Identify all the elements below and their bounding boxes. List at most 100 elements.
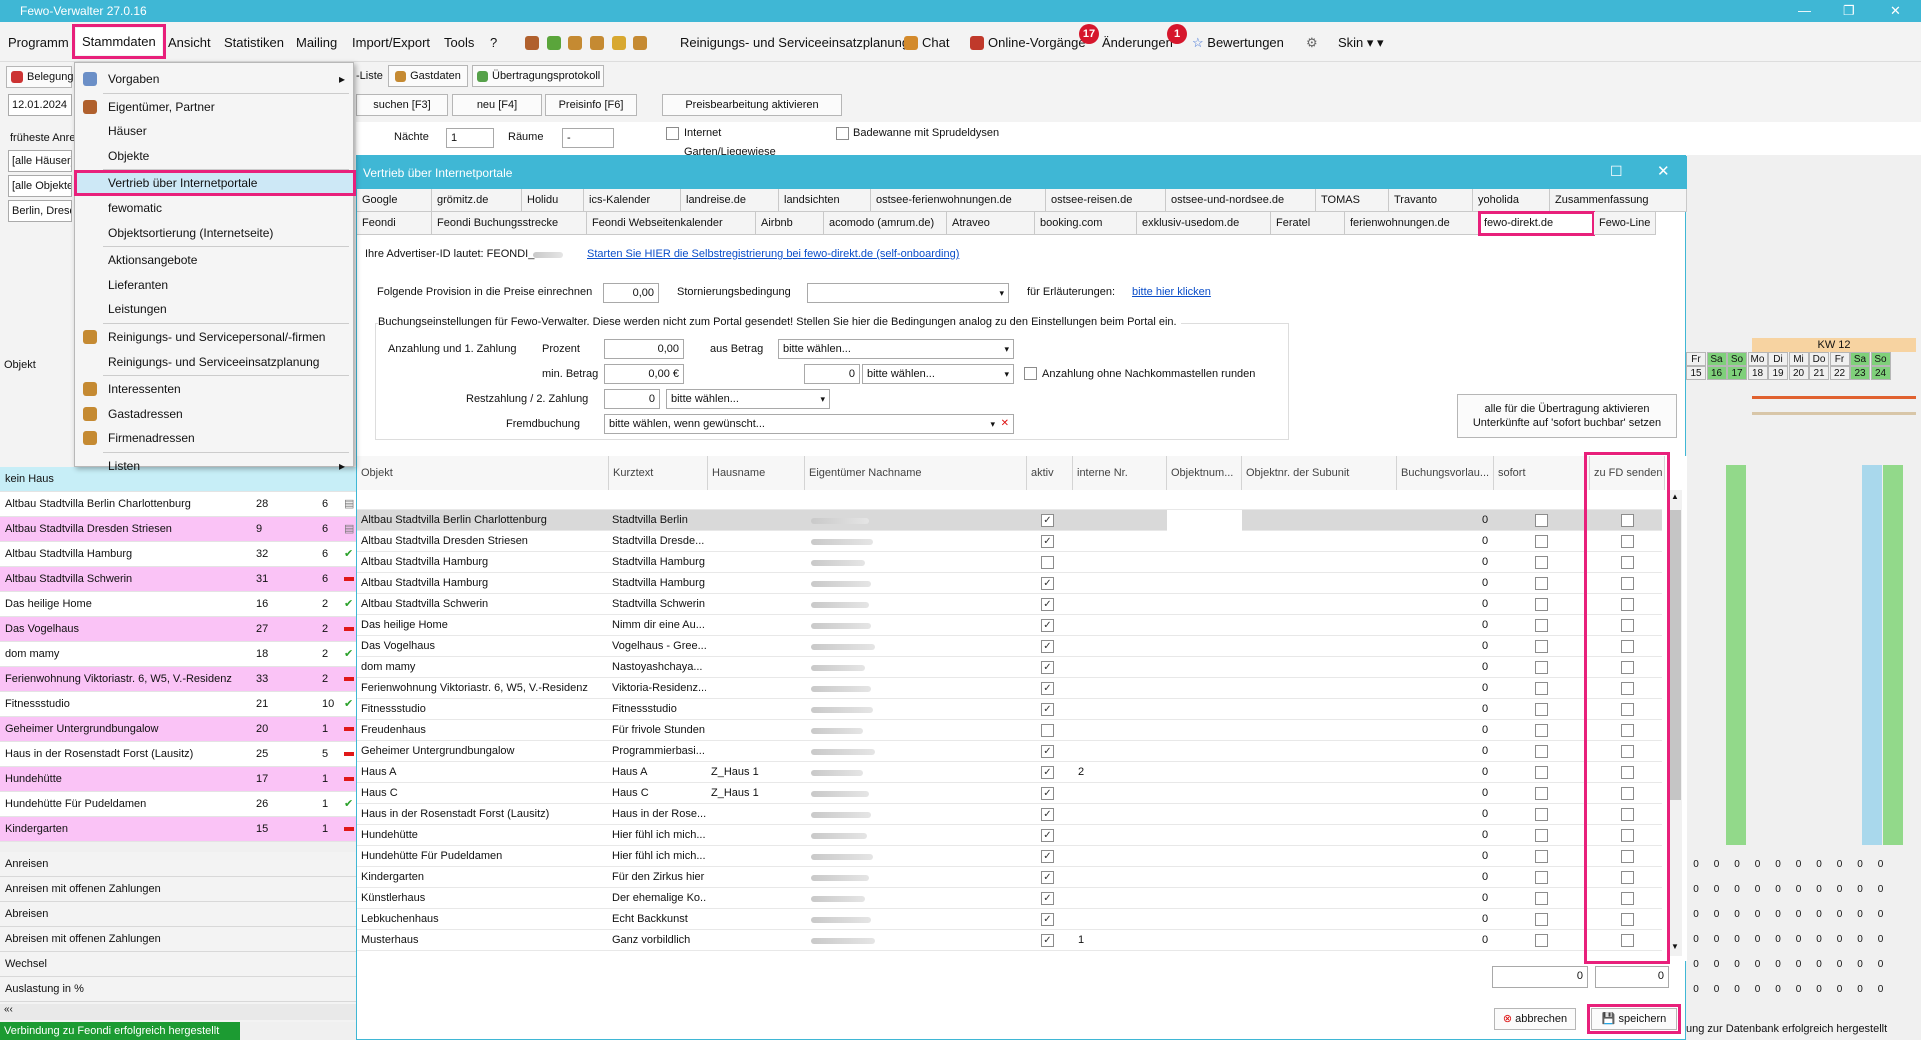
- list-item[interactable]: Altbau Stadtvilla Hamburg 32 6 ✔: [0, 542, 356, 567]
- suchen-button[interactable]: suchen [F3]: [356, 94, 448, 116]
- list-item[interactable]: Haus in der Rosenstadt Forst (Lausitz) 2…: [0, 742, 356, 767]
- aktiv-checkbox[interactable]: ✓: [1041, 640, 1054, 653]
- menu-mailing[interactable]: Mailing: [296, 35, 337, 50]
- table-row[interactable]: Altbau Stadtvilla Hamburg Stadtvilla Ham…: [357, 573, 1662, 594]
- aktiv-checkbox[interactable]: ✓: [1041, 934, 1054, 947]
- menu-tools[interactable]: Tools: [444, 35, 474, 50]
- table-row[interactable]: Haus C Haus C Z_Haus 1 0 ✓: [357, 783, 1662, 804]
- erl-link[interactable]: bitte hier klicken: [1132, 286, 1211, 298]
- dropdown-item[interactable]: fewomatic: [75, 196, 355, 220]
- portal-tab[interactable]: Feondi: [357, 212, 432, 235]
- aktiv-checkbox[interactable]: ✓: [1041, 661, 1054, 674]
- portal-tab[interactable]: Feondi Webseitenkalender: [587, 212, 756, 235]
- aktiv-checkbox[interactable]: ✓: [1041, 682, 1054, 695]
- portal-tab[interactable]: landreise.de: [681, 189, 779, 212]
- dropdown-item[interactable]: Objektsortierung (Internetseite): [75, 221, 355, 245]
- list-item[interactable]: Fitnessstudio 21 10 ✔: [0, 692, 356, 717]
- sofort-checkbox[interactable]: [1535, 829, 1548, 842]
- sofort-checkbox[interactable]: [1535, 850, 1548, 863]
- aktiv-checkbox[interactable]: ✓: [1041, 913, 1054, 926]
- dropdown-item[interactable]: Interessenten: [75, 377, 355, 401]
- selfreg-link[interactable]: Starten Sie HIER die Selbstregistrierung…: [587, 248, 959, 260]
- portal-tab[interactable]: booking.com: [1035, 212, 1137, 235]
- aktiv-checkbox[interactable]: ✓: [1041, 703, 1054, 716]
- aktiv-checkbox[interactable]: [1041, 556, 1054, 569]
- portal-tab[interactable]: Feratel: [1271, 212, 1345, 235]
- sofort-checkbox[interactable]: [1535, 514, 1548, 527]
- aktiv-checkbox[interactable]: [1041, 724, 1054, 737]
- summary-item[interactable]: Wechsel: [0, 952, 356, 977]
- list-item[interactable]: dom mamy 18 2 ✔: [0, 642, 356, 667]
- portal-tab[interactable]: ostsee-ferienwohnungen.de: [871, 189, 1046, 212]
- sofort-checkbox[interactable]: [1535, 640, 1548, 653]
- sofort-checkbox[interactable]: [1535, 703, 1548, 716]
- protokoll-tab[interactable]: Übertragungsprotokoll: [472, 65, 604, 87]
- aktiv-checkbox[interactable]: ✓: [1041, 598, 1054, 611]
- sofort-checkbox[interactable]: [1535, 934, 1548, 947]
- column-header[interactable]: Hausname: [708, 456, 805, 490]
- summary-item[interactable]: Anreisen mit offenen Zahlungen: [0, 877, 356, 902]
- portal-tab[interactable]: Fewo-Line: [1594, 212, 1656, 235]
- dropdown-item[interactable]: Leistungen: [75, 297, 355, 321]
- table-row[interactable]: Ferienwohnung Viktoriastr. 6, W5, V.-Res…: [357, 678, 1662, 699]
- portal-tab[interactable]: acomodo (amrum.de): [824, 212, 947, 235]
- aktiv-checkbox[interactable]: ✓: [1041, 577, 1054, 590]
- belegung-tab[interactable]: Belegung: [6, 66, 74, 88]
- badewanne-checkbox[interactable]: [836, 127, 849, 140]
- storno-select[interactable]: ▾: [807, 283, 1009, 303]
- min-num-input[interactable]: 0: [804, 364, 860, 384]
- dialog-close-icon[interactable]: ✕: [1657, 162, 1670, 180]
- dropdown-item[interactable]: Lieferanten: [75, 273, 355, 297]
- menu-online-vorgaenge[interactable]: Online-Vorgänge: [970, 35, 1086, 50]
- sofort-checkbox[interactable]: [1535, 724, 1548, 737]
- list-scrollbar[interactable]: «‹: [0, 1004, 356, 1020]
- summary-item[interactable]: Auslastung in %: [0, 977, 356, 1002]
- portal-tab[interactable]: TOMAS: [1316, 189, 1389, 212]
- table-row[interactable]: Fitnessstudio Fitnessstudio 0 ✓: [357, 699, 1662, 720]
- sofort-checkbox[interactable]: [1535, 766, 1548, 779]
- table-row[interactable]: Das heilige Home Nimm dir eine Au... 0 ✓: [357, 615, 1662, 636]
- provision-input[interactable]: 0,00: [603, 283, 659, 303]
- portal-tab[interactable]: ostsee-und-nordsee.de: [1166, 189, 1316, 212]
- table-row[interactable]: Musterhaus Ganz vorbildlich 1 0 ✓: [357, 930, 1662, 951]
- portal-tab[interactable]: Zusammenfassung: [1550, 189, 1687, 212]
- portal-tab[interactable]: landsichten: [779, 189, 871, 212]
- table-row[interactable]: dom mamy Nastoyashchaya... 0 ✓: [357, 657, 1662, 678]
- minbetrag-select[interactable]: bitte wählen... ▾: [862, 364, 1014, 384]
- column-header[interactable]: aktiv: [1027, 456, 1073, 490]
- person-icon[interactable]: [589, 36, 604, 50]
- abbrechen-button[interactable]: ⊗ abbrechen: [1494, 1008, 1576, 1030]
- table-row[interactable]: Altbau Stadtvilla Berlin Charlottenburg …: [357, 510, 1662, 531]
- list-item[interactable]: Das Vogelhaus 27 2: [0, 617, 356, 642]
- dropdown-item[interactable]: Listen ▸: [75, 454, 355, 478]
- portal-tab[interactable]: ostsee-reisen.de: [1046, 189, 1166, 212]
- menu-skin[interactable]: Skin ▾ ▾: [1338, 35, 1384, 51]
- menu-statistiken[interactable]: Statistiken: [224, 35, 284, 50]
- dropdown-item[interactable]: Häuser: [75, 119, 355, 143]
- gear-icon[interactable]: ⚙: [1306, 35, 1318, 51]
- summary-item[interactable]: Abreisen: [0, 902, 356, 927]
- summary-item[interactable]: Abreisen mit offenen Zahlungen: [0, 927, 356, 952]
- list-item[interactable]: Altbau Stadtvilla Schwerin 31 6: [0, 567, 356, 592]
- portal-tab[interactable]: ics-Kalender: [584, 189, 681, 212]
- portal-tab[interactable]: Travanto: [1389, 189, 1473, 212]
- aktiv-checkbox[interactable]: ✓: [1041, 850, 1054, 863]
- portal-tab-fewo-direkt[interactable]: fewo-direkt.de: [1478, 211, 1595, 236]
- person-icon[interactable]: [568, 36, 583, 50]
- summary-item[interactable]: Anreisen: [0, 852, 356, 877]
- sofort-checkbox[interactable]: [1535, 682, 1548, 695]
- sofort-checkbox[interactable]: [1535, 787, 1548, 800]
- speichern-button[interactable]: 💾 speichern: [1587, 1004, 1681, 1034]
- booking-bar[interactable]: [1752, 412, 1916, 415]
- menu-ansicht[interactable]: Ansicht: [168, 35, 211, 50]
- aktiv-checkbox[interactable]: ✓: [1041, 535, 1054, 548]
- dropdown-item[interactable]: Objekte: [75, 144, 355, 168]
- sofort-checkbox[interactable]: [1535, 577, 1548, 590]
- house-icon[interactable]: [546, 36, 561, 50]
- grid-scrollbar[interactable]: ▲ ▼: [1668, 490, 1682, 956]
- ausbetrag-select[interactable]: bitte wählen... ▾: [778, 339, 1014, 359]
- minbetrag-input[interactable]: 0,00 €: [604, 364, 684, 384]
- list-item[interactable]: Hundehütte 17 1: [0, 767, 356, 792]
- table-row[interactable]: Altbau Stadtvilla Dresden Striesen Stadt…: [357, 531, 1662, 552]
- aktiv-checkbox[interactable]: ✓: [1041, 745, 1054, 758]
